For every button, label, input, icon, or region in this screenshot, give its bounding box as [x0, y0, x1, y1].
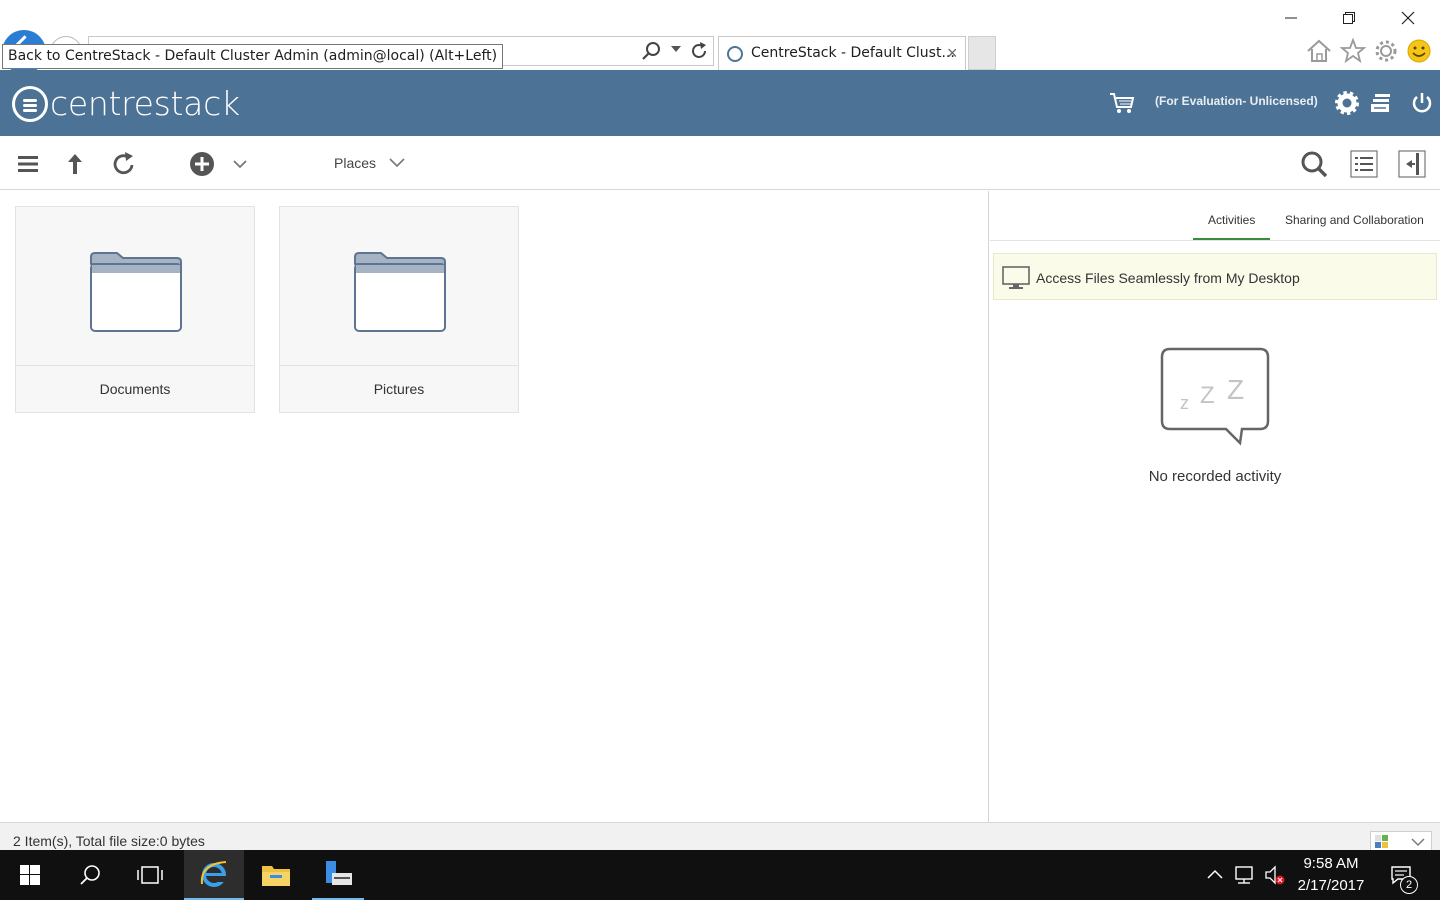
file-toolbar: Places — [0, 136, 1440, 190]
active-tab-indicator — [1193, 238, 1270, 240]
minimize-button[interactable] — [1276, 6, 1306, 30]
file-explorer-icon — [262, 866, 290, 886]
logout-power-icon[interactable] — [1409, 90, 1435, 116]
cart-icon[interactable] — [1109, 90, 1135, 116]
clock-time[interactable]: 9:58 AM — [1290, 855, 1372, 872]
restore-icon — [1343, 12, 1355, 24]
internet-explorer-taskbar-button[interactable] — [184, 850, 244, 900]
hamburger-menu-icon[interactable] — [14, 150, 42, 178]
svg-text:Z: Z — [1200, 382, 1215, 409]
license-status[interactable]: (For Evaluation- Unlicensed) — [1155, 94, 1318, 108]
centrestack-favicon-icon — [727, 46, 743, 62]
tab-sharing-and-collaboration[interactable]: Sharing and Collaboration — [1285, 213, 1424, 227]
server-manager-icon — [326, 861, 352, 885]
folder-tile-pictures[interactable]: Pictures — [279, 206, 519, 413]
favorites-star-icon[interactable] — [1340, 38, 1366, 64]
folder-icon — [354, 252, 446, 332]
panel-tabs: Activities Sharing and Collaboration — [990, 191, 1440, 241]
search-taskbar-button[interactable] — [64, 850, 116, 900]
internet-explorer-icon — [200, 861, 227, 887]
desktop-monitor-icon — [1002, 266, 1030, 289]
centrestack-logo[interactable]: centrestack — [12, 84, 240, 123]
parent-folder-icon[interactable] — [61, 150, 89, 178]
browser-chrome: Back to CentreStack - Default Cluster Ad… — [0, 0, 1440, 74]
desktop-app-banner[interactable]: Access Files Seamlessly from My Desktop — [993, 253, 1437, 300]
no-activity-sleep-icon: z Z Z — [1160, 347, 1270, 446]
folder-thumbnail — [16, 207, 254, 366]
feedback-smiley-icon[interactable] — [1406, 38, 1432, 64]
refresh-icon[interactable] — [689, 41, 709, 61]
folder-name[interactable]: Pictures — [280, 381, 518, 397]
task-view-button[interactable] — [124, 850, 176, 900]
start-button[interactable] — [4, 850, 56, 900]
close-window-button[interactable] — [1393, 6, 1423, 30]
svg-text:Z: Z — [1227, 374, 1244, 405]
clock-date[interactable]: 2/17/2017 — [1290, 877, 1372, 894]
server-manager-taskbar-button[interactable] — [312, 850, 364, 900]
add-new-icon[interactable] — [188, 150, 216, 178]
tab-close-button[interactable]: × — [947, 43, 958, 64]
add-menu-chevron-down-icon[interactable] — [229, 150, 257, 178]
toggle-side-panel-icon[interactable] — [1398, 150, 1426, 178]
tab-title: CentreStack - Default Clust... — [751, 45, 955, 61]
app-header: centrestack (For Evaluation- Unlicensed) — [0, 70, 1440, 136]
restore-button[interactable] — [1334, 6, 1364, 30]
refresh-icon[interactable] — [110, 150, 138, 178]
places-chevron-down-icon[interactable] — [388, 154, 406, 172]
logo-mark-icon — [12, 85, 48, 122]
search-icon[interactable] — [1300, 150, 1328, 178]
places-menu[interactable]: Places — [334, 155, 376, 171]
task-view-icon — [137, 866, 163, 884]
notification-count-badge: 2 — [1400, 876, 1418, 894]
file-browser: Documents Pictures — [0, 191, 989, 822]
search-icon — [80, 865, 100, 885]
network-icon[interactable] — [1234, 864, 1256, 886]
search-icon[interactable] — [641, 41, 661, 61]
windows-logo-icon — [20, 865, 40, 885]
new-tab-button[interactable] — [968, 36, 996, 70]
side-panel: Activities Sharing and Collaboration Acc… — [990, 191, 1440, 822]
file-explorer-taskbar-button[interactable] — [250, 850, 302, 900]
folder-icon — [90, 252, 182, 332]
windows-taskbar: 9:58 AM 2/17/2017 2 — [0, 850, 1440, 900]
chevron-down-icon[interactable] — [671, 45, 681, 53]
folder-name[interactable]: Documents — [16, 381, 254, 397]
svg-text:z: z — [1180, 393, 1189, 413]
close-icon — [1401, 11, 1415, 25]
status-bar: 2 Item(s), Total file size:0 bytes — [0, 822, 1440, 851]
chevron-down-icon — [1411, 838, 1425, 846]
home-icon[interactable] — [1306, 38, 1332, 64]
settings-gear-icon[interactable] — [1373, 38, 1399, 64]
volume-muted-icon[interactable] — [1264, 864, 1286, 886]
logo-text: centrestack — [50, 84, 240, 123]
minimize-icon — [1285, 17, 1297, 19]
management-console-icon[interactable] — [1368, 90, 1394, 116]
list-view-icon[interactable] — [1350, 150, 1378, 178]
page-icon — [1375, 835, 1388, 848]
zoom-widget[interactable] — [1370, 831, 1432, 851]
tab-activities[interactable]: Activities — [1208, 213, 1255, 227]
chevron-up-icon[interactable] — [1204, 864, 1226, 886]
settings-icon[interactable] — [1334, 90, 1360, 116]
browser-tab[interactable]: CentreStack - Default Clust... × — [718, 36, 966, 70]
empty-activity-message: No recorded activity — [1148, 468, 1282, 485]
back-tooltip: Back to CentreStack - Default Cluster Ad… — [2, 44, 504, 69]
folder-tile-documents[interactable]: Documents — [15, 206, 255, 413]
desktop-banner-text[interactable]: Access Files Seamlessly from My Desktop — [1036, 270, 1300, 286]
folder-thumbnail — [280, 207, 518, 366]
item-summary: 2 Item(s), Total file size:0 bytes — [13, 833, 205, 849]
